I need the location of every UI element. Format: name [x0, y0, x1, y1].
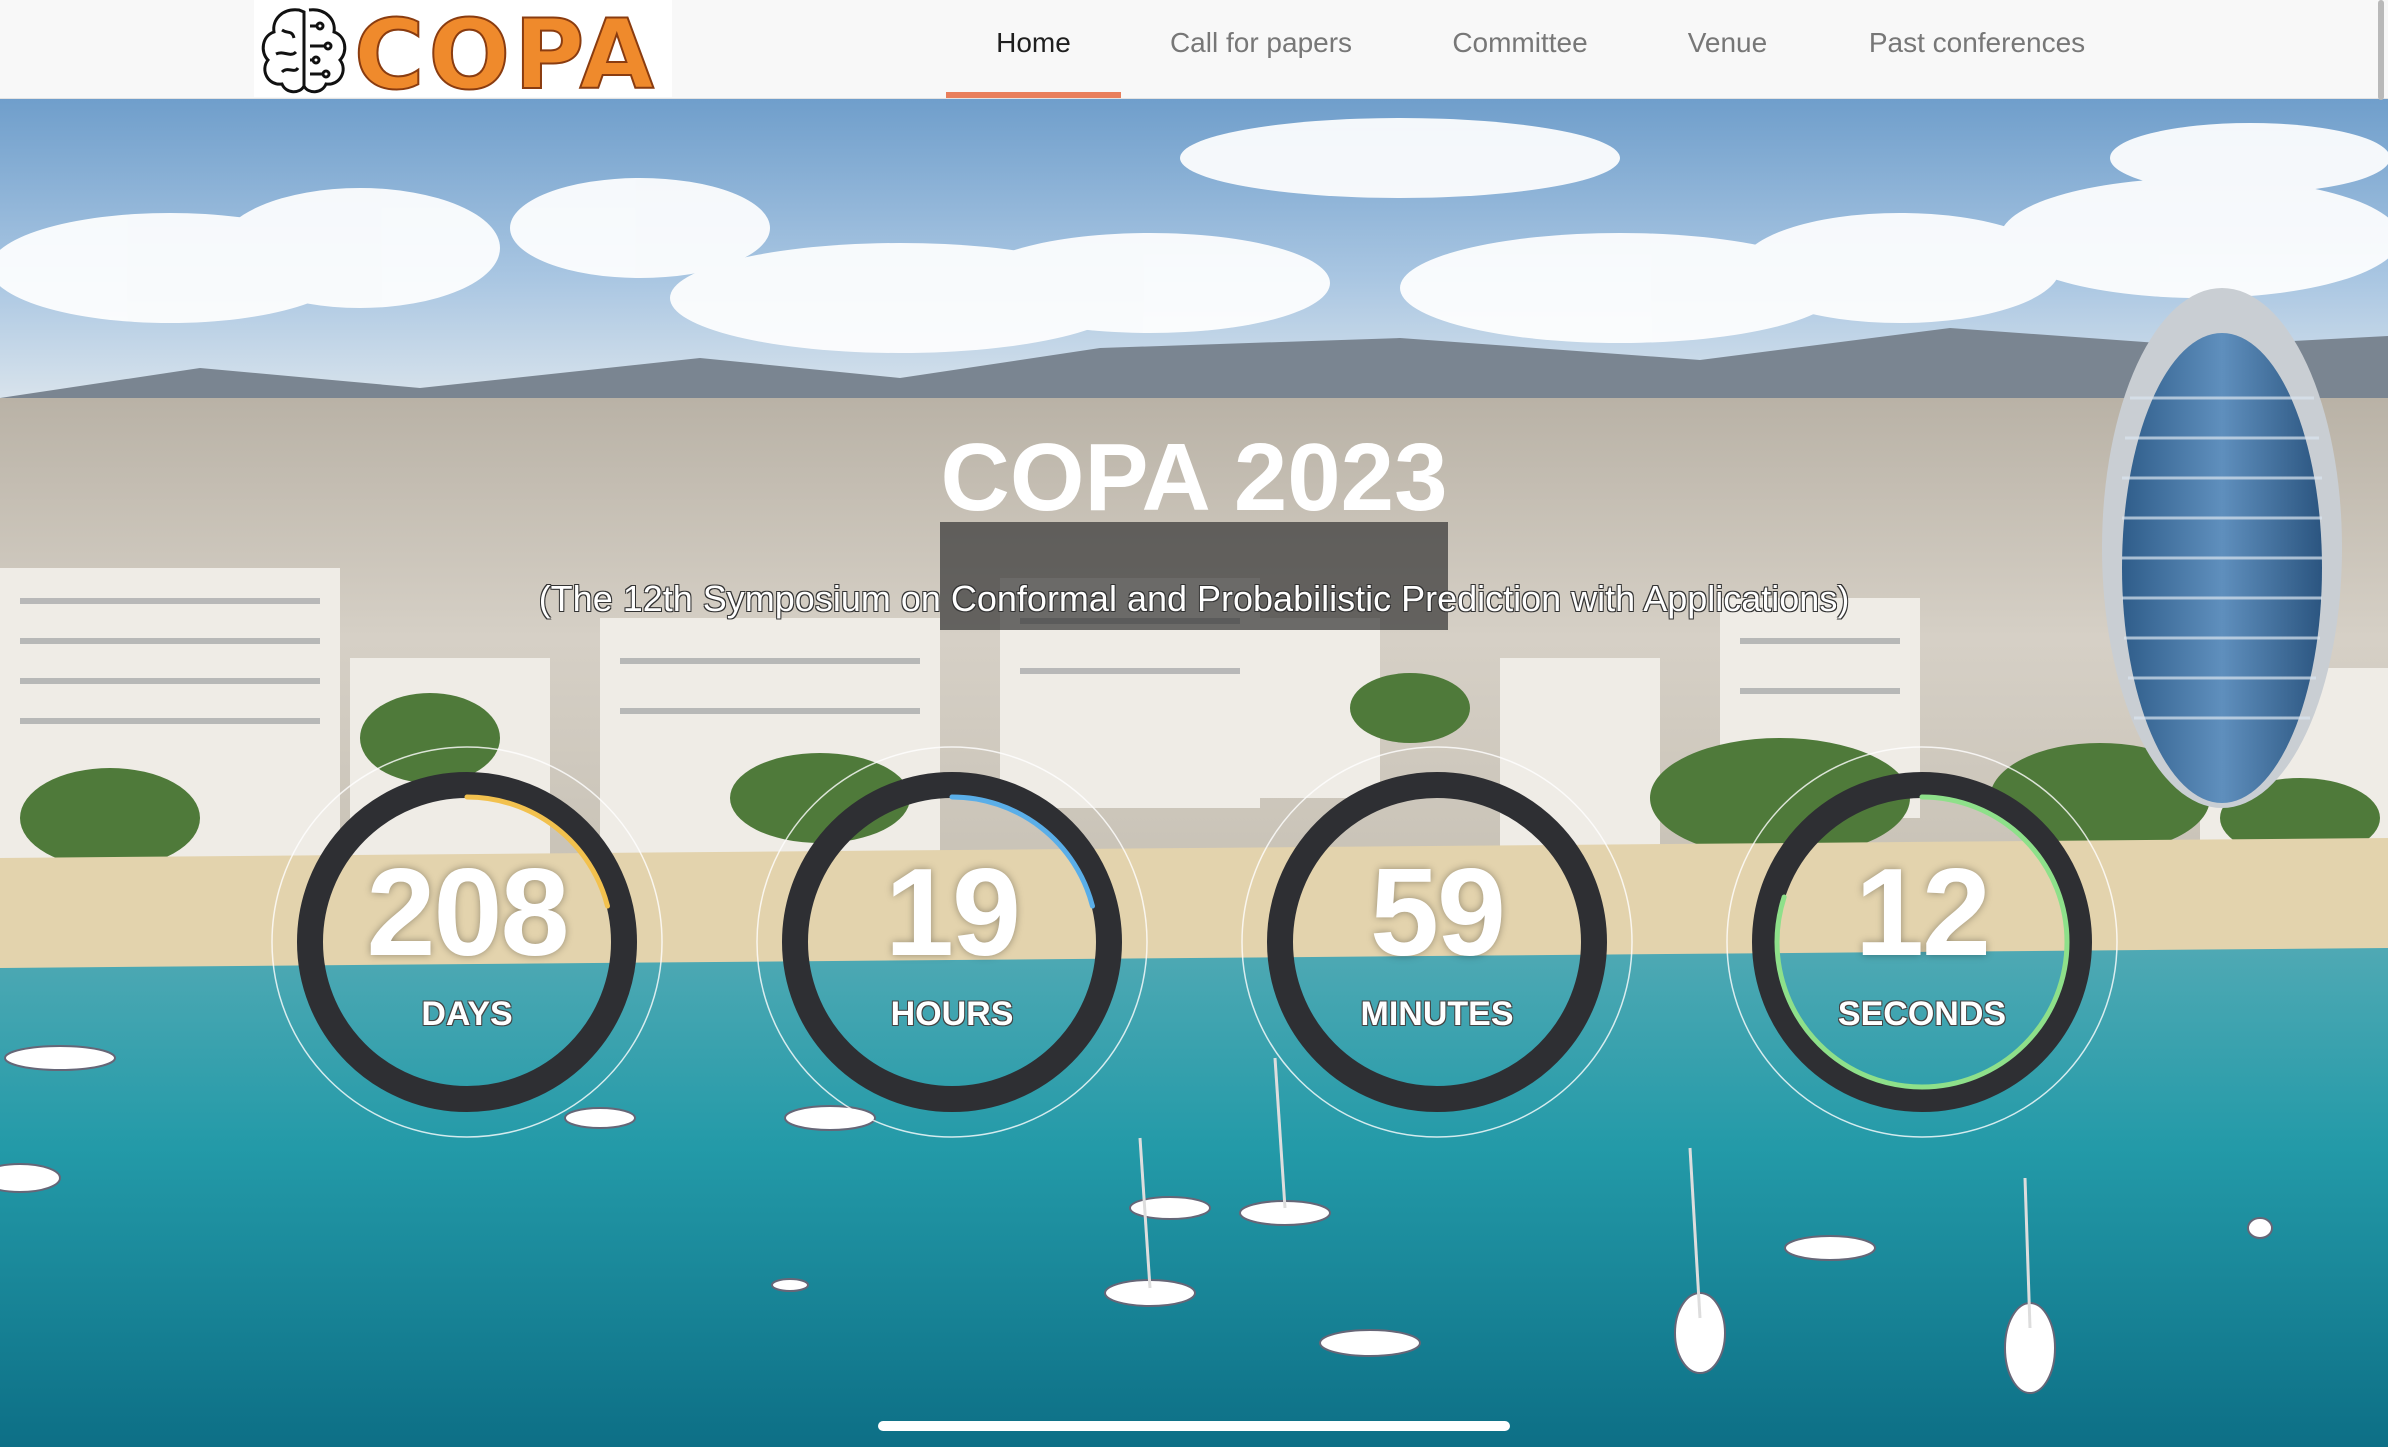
nav-venue[interactable]: Venue [1670, 0, 1785, 98]
countdown-days-label: DAYS [421, 995, 513, 1033]
nav-home-label: Home [996, 27, 1071, 58]
countdown-seconds-label: SECONDS [1837, 995, 2007, 1033]
conference-subtitle: (The 12th Symposium on Conformal and Pro… [538, 578, 1850, 619]
countdown-seconds: 12 SECONDS [1722, 742, 2122, 1142]
nav-past-conferences-label: Past conferences [1868, 27, 2086, 58]
nav-call-for-papers-label: Call for papers [1169, 27, 1353, 58]
countdown-days-value: 208 [366, 844, 570, 982]
top-navbar: COPA Home Call for papers Committee Venu… [0, 0, 2388, 99]
countdown-minutes: 59 MINUTES [1237, 742, 1637, 1142]
conference-title: COPA 2023 [940, 424, 1448, 531]
brain-icon [261, 8, 347, 94]
nav-committee-label: Committee [1452, 27, 1588, 58]
home-indicator-bar[interactable] [878, 1421, 1510, 1431]
nav-call-for-papers[interactable]: Call for papers [1150, 0, 1372, 98]
nav-venue-label: Venue [1687, 27, 1768, 58]
countdown-minutes-value: 59 [1370, 844, 1506, 982]
page-scrollbar[interactable] [2378, 0, 2384, 100]
countdown-seconds-value: 12 [1855, 844, 1991, 982]
active-tab-indicator [946, 92, 1121, 98]
nav-committee[interactable]: Committee [1430, 0, 1610, 98]
countdown-hours-value: 19 [885, 844, 1021, 982]
countdown-hours-label: HOURS [890, 995, 1014, 1033]
nav-home[interactable]: Home [946, 0, 1121, 98]
countdown-days: 208 DAYS [267, 742, 667, 1142]
nav-past-conferences[interactable]: Past conferences [1852, 0, 2102, 98]
countdown-hours: 19 HOURS [752, 742, 1152, 1142]
countdown-minutes-label: MINUTES [1360, 995, 1514, 1033]
copa-logo[interactable]: COPA [254, 0, 672, 97]
logo-wordmark: COPA [354, 0, 658, 97]
